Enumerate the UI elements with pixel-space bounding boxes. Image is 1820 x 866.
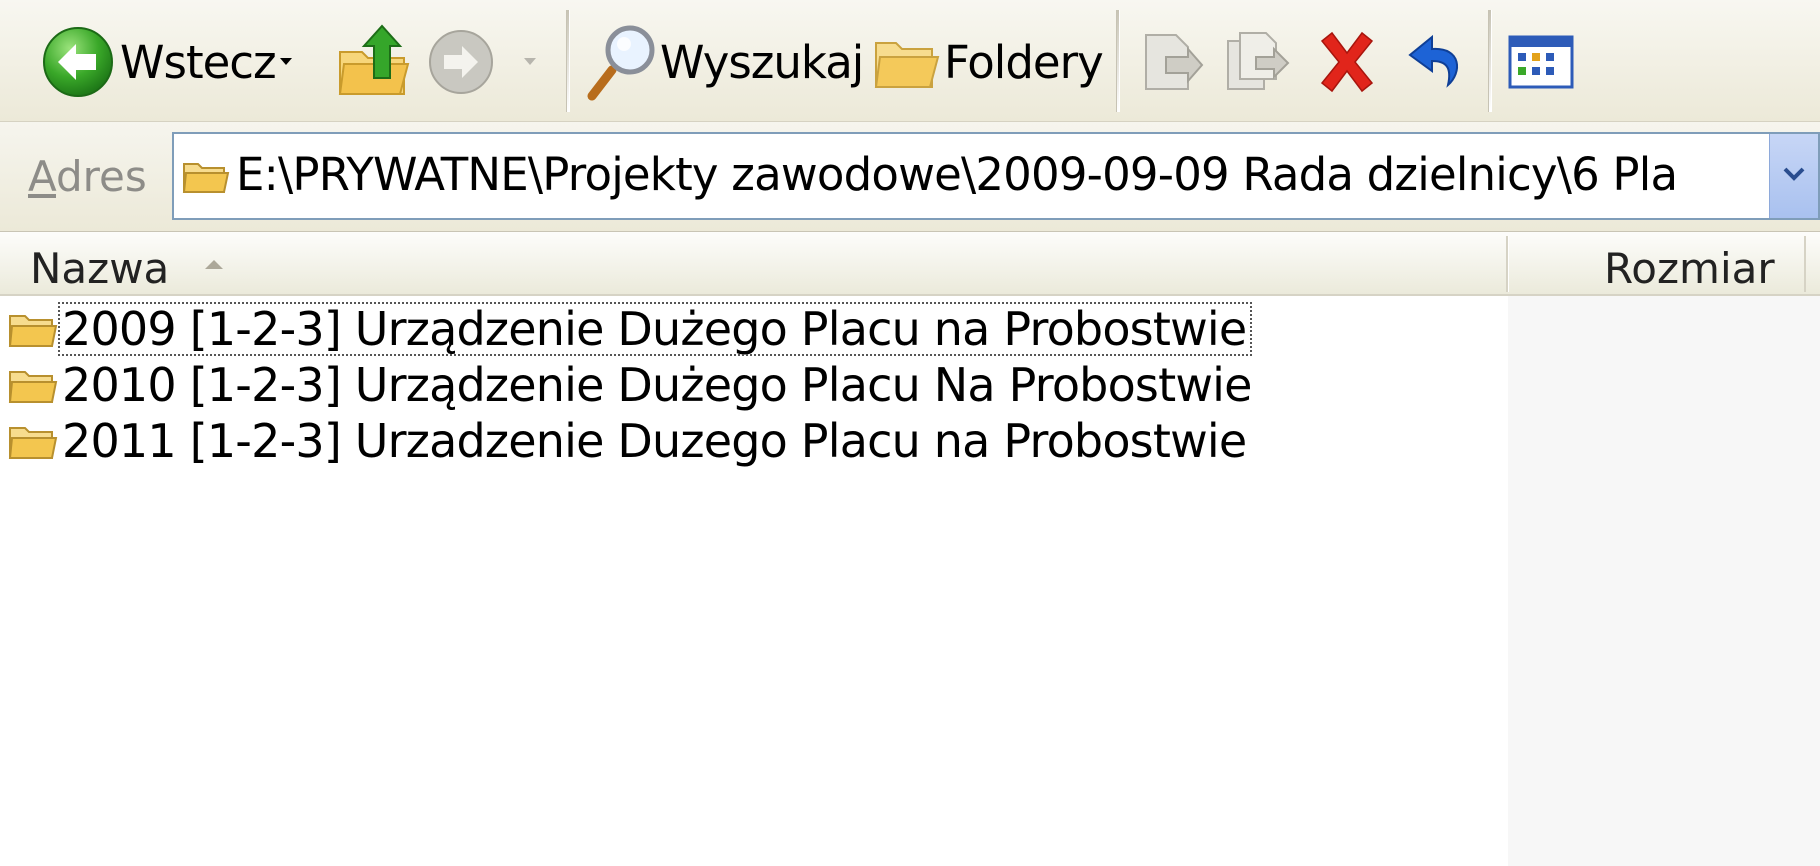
- up-folder-button[interactable]: [334, 18, 414, 106]
- address-dropdown-button[interactable]: [1769, 134, 1818, 218]
- folders-button[interactable]: Foldery: [872, 18, 1104, 106]
- forward-history-dropdown[interactable]: [524, 58, 536, 65]
- toolbar-separator: [566, 10, 570, 112]
- size-column: [1508, 296, 1820, 866]
- folder-icon: [8, 371, 58, 403]
- folder-icon: [182, 163, 230, 193]
- copy-to-icon: [1227, 32, 1290, 90]
- forward-arrow-icon: [429, 30, 493, 94]
- folders-icon: [874, 42, 940, 88]
- search-button-label: Wyszukaj: [660, 35, 864, 89]
- forward-button[interactable]: [426, 18, 496, 106]
- address-label-rest: dres: [56, 152, 147, 201]
- explorer-window: Wstecz Wyszukaj Foldery Adres E:\PRYWATN…: [0, 0, 1820, 866]
- file-list: 2009 [1-2-3] Urządzenie Dużego Placu na …: [0, 296, 1820, 866]
- address-label-accelerator: A: [28, 152, 56, 201]
- back-button[interactable]: Wstecz: [40, 18, 277, 106]
- sort-ascending-icon: [205, 260, 223, 269]
- back-history-dropdown[interactable]: [280, 58, 292, 65]
- address-path: E:\PRYWATNE\Projekty zawodowe\2009-09-09…: [236, 148, 1678, 201]
- search-icon: [587, 25, 655, 101]
- views-icon: [1508, 35, 1574, 89]
- folder-up-icon: [338, 24, 410, 95]
- move-to-button[interactable]: [1136, 18, 1206, 106]
- delete-button[interactable]: [1314, 18, 1380, 106]
- file-name: 2009 [1-2-3] Urządzenie Dużego Placu na …: [58, 302, 1253, 356]
- views-button[interactable]: [1506, 18, 1576, 106]
- undo-button[interactable]: [1402, 18, 1468, 106]
- column-size-header[interactable]: Rozmiar: [1604, 244, 1775, 293]
- address-bar: Adres E:\PRYWATNE\Projekty zawodowe\2009…: [0, 122, 1820, 232]
- folder-icon: [8, 427, 58, 459]
- undo-icon: [1408, 34, 1458, 88]
- file-name: 2010 [1-2-3] Urządzenie Dużego Placu Na …: [62, 358, 1252, 412]
- address-label: Adres: [28, 152, 147, 201]
- toolbar-separator: [1488, 10, 1492, 112]
- list-item[interactable]: 2011 [1-2-3] Urzadzenie Duzego Placu na …: [8, 410, 1252, 472]
- list-item[interactable]: 2009 [1-2-3] Urządzenie Dużego Placu na …: [8, 298, 1253, 360]
- column-name-header[interactable]: Nazwa: [30, 244, 169, 293]
- search-button[interactable]: Wyszukaj: [584, 18, 864, 106]
- move-to-icon: [1145, 34, 1204, 90]
- folder-icon: [8, 315, 58, 347]
- chevron-down-icon: [1783, 167, 1805, 181]
- list-item[interactable]: 2010 [1-2-3] Urządzenie Dużego Placu Na …: [8, 354, 1258, 416]
- standard-toolbar: Wstecz Wyszukaj Foldery: [0, 0, 1820, 122]
- column-resize-handle[interactable]: [1804, 236, 1806, 292]
- folders-button-label: Foldery: [944, 35, 1104, 89]
- column-header: Nazwa Rozmiar: [0, 232, 1820, 296]
- delete-icon: [1320, 31, 1374, 93]
- back-button-label: Wstecz: [120, 35, 277, 89]
- column-resize-handle[interactable]: [1506, 236, 1509, 292]
- back-arrow-icon: [43, 27, 113, 97]
- file-name: 2011 [1-2-3] Urzadzenie Duzego Placu na …: [62, 414, 1247, 468]
- toolbar-separator: [1116, 10, 1120, 112]
- copy-to-button[interactable]: [1222, 18, 1292, 106]
- address-input[interactable]: E:\PRYWATNE\Projekty zawodowe\2009-09-09…: [172, 132, 1820, 220]
